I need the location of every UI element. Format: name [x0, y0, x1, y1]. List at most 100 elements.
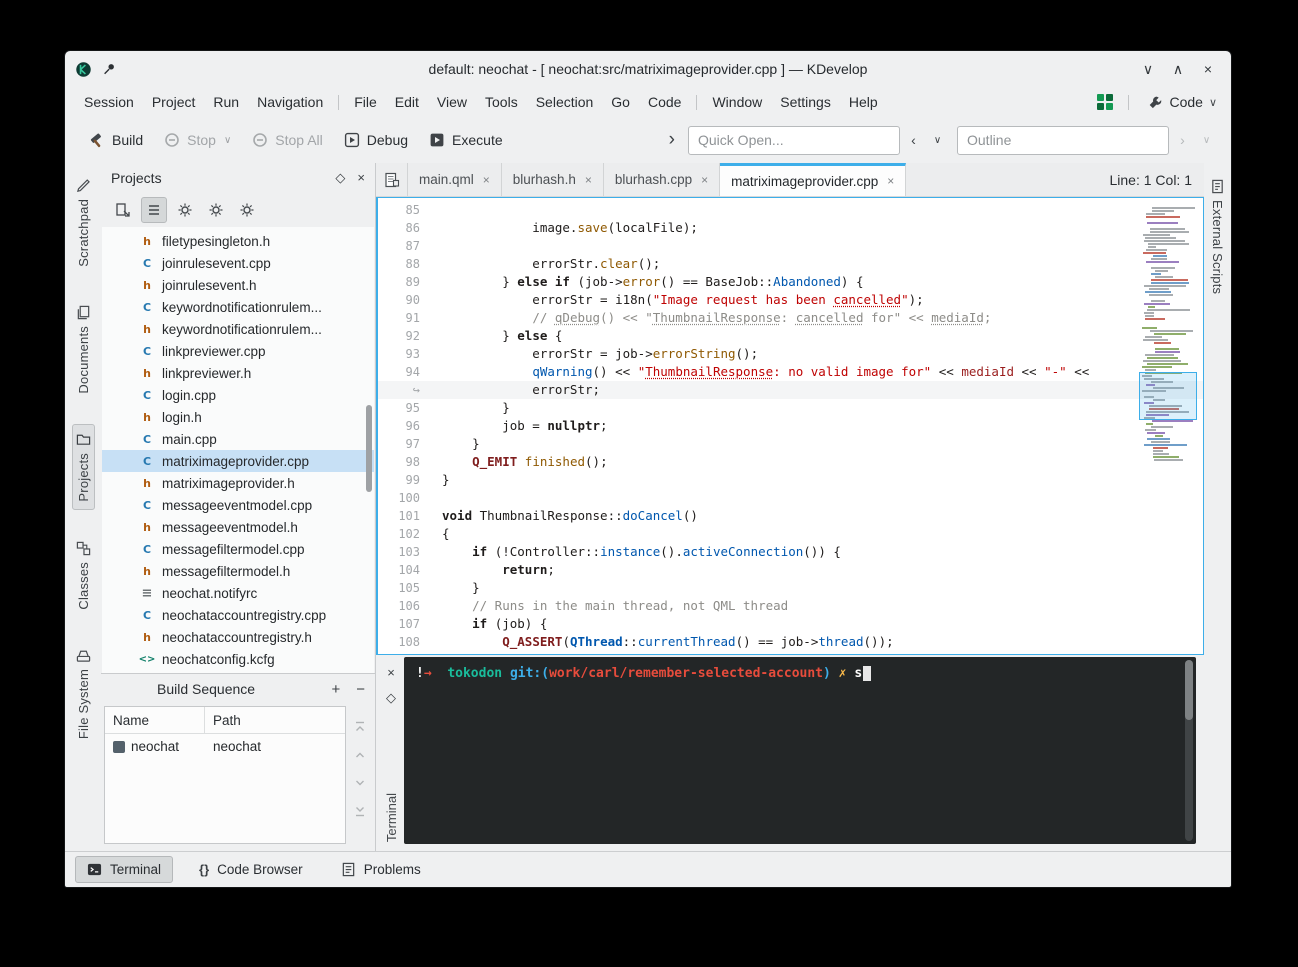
menu-help[interactable]: Help: [840, 91, 887, 113]
menu-navigation[interactable]: Navigation: [248, 91, 332, 113]
code-line[interactable]: 100: [378, 489, 1203, 507]
code-line[interactable]: 96 job = nullptr;: [378, 417, 1203, 435]
tab-close-icon[interactable]: ×: [483, 173, 490, 187]
code-line[interactable]: 85: [378, 201, 1203, 219]
code-line[interactable]: 90 errorStr = i18n("Image request has be…: [378, 291, 1203, 309]
window-close-button[interactable]: ×: [1195, 57, 1221, 81]
code-line[interactable]: 109 job->abandon();: [378, 651, 1203, 655]
tree-item[interactable]: Cmessagefiltermodel.cpp: [102, 538, 374, 560]
build-selection-icon[interactable]: [172, 197, 198, 223]
terminal-float-icon[interactable]: ◇: [386, 690, 396, 706]
code-line[interactable]: 97 }: [378, 435, 1203, 453]
window-maximize-button[interactable]: ∧: [1165, 57, 1191, 81]
debug-button[interactable]: Debug: [335, 126, 417, 154]
sidebar-tab-file-system[interactable]: File System: [73, 641, 94, 746]
window-minimize-button[interactable]: ∨: [1135, 57, 1161, 81]
remove-target-button[interactable]: −: [356, 681, 365, 698]
pin-icon[interactable]: [102, 62, 116, 76]
menu-view[interactable]: View: [428, 91, 476, 113]
tree-item[interactable]: <>neochatconfig.kcfg: [102, 648, 374, 670]
code-line[interactable]: 108 Q_ASSERT(QThread::currentThread() ==…: [378, 633, 1203, 651]
editor-tab-blurhash-cpp[interactable]: blurhash.cpp×: [604, 163, 720, 196]
code-line[interactable]: 102{: [378, 525, 1203, 543]
tree-item[interactable]: hfiletypesingleton.h: [102, 230, 374, 252]
terminal[interactable]: !→ tokodon git:(work/carl/remember-selec…: [404, 657, 1196, 844]
move-bottom-button[interactable]: [353, 804, 367, 818]
build-sequence-row[interactable]: neochatneochat: [105, 734, 345, 759]
titlebar[interactable]: default: neochat - [ neochat:src/matrixi…: [65, 51, 1231, 87]
tab-close-icon[interactable]: ×: [701, 173, 708, 187]
terminal-scrollbar-thumb[interactable]: [1185, 660, 1193, 720]
locate-current-document-icon[interactable]: [110, 197, 136, 223]
tree-item[interactable]: hmessageeventmodel.h: [102, 516, 374, 538]
code-line[interactable]: 86 image.save(localFile);: [378, 219, 1203, 237]
clean-selection-icon[interactable]: [234, 197, 260, 223]
quickopen-prev-button[interactable]: ‹: [903, 128, 924, 153]
editor-tab-main-qml[interactable]: main.qml×: [408, 163, 502, 196]
tree-item[interactable]: Clinkpreviewer.cpp: [102, 340, 374, 362]
code-editor[interactable]: 8586 image.save(localFile);8788 errorStr…: [376, 197, 1204, 655]
tree-item[interactable]: hmatriximageprovider.h: [102, 472, 374, 494]
tree-item[interactable]: Cmatriximageprovider.cpp: [102, 450, 374, 472]
toolbar-overflow-icon[interactable]: ›: [659, 129, 685, 151]
tab-close-icon[interactable]: ×: [887, 174, 894, 188]
install-selection-icon[interactable]: [203, 197, 229, 223]
menu-window[interactable]: Window: [703, 91, 771, 113]
menu-tools[interactable]: Tools: [476, 91, 527, 113]
minimap-scrollbar[interactable]: [1141, 204, 1195, 462]
tree-item[interactable]: hneochataccountregistry.h: [102, 626, 374, 648]
menu-project[interactable]: Project: [143, 91, 205, 113]
area-selector[interactable]: Code ∨: [1144, 92, 1221, 112]
code-line[interactable]: 98 Q_EMIT finished();: [378, 453, 1203, 471]
tree-item[interactable]: hlogin.h: [102, 406, 374, 428]
code-line[interactable]: 106 // Runs in the main thread, not QML …: [378, 597, 1203, 615]
tree-item[interactable]: Cmessageeventmodel.cpp: [102, 494, 374, 516]
menu-edit[interactable]: Edit: [386, 91, 428, 113]
move-top-button[interactable]: [353, 720, 367, 734]
code-line[interactable]: 93 errorStr = job->errorString();: [378, 345, 1203, 363]
code-line[interactable]: 87: [378, 237, 1203, 255]
minimap-viewport[interactable]: [1139, 372, 1197, 420]
code-line[interactable]: 88 errorStr.clear();: [378, 255, 1203, 273]
float-panel-icon[interactable]: ◇: [335, 170, 345, 186]
area-switcher-icon[interactable]: [1097, 94, 1113, 110]
tree-item[interactable]: ≡neochat.notifyrc: [102, 582, 374, 604]
document-switcher-icon[interactable]: [376, 163, 408, 196]
close-panel-icon[interactable]: ×: [357, 170, 365, 186]
menu-settings[interactable]: Settings: [771, 91, 840, 113]
terminal-close-icon[interactable]: ×: [387, 665, 395, 680]
outline-dropdown-button[interactable]: ∨: [1196, 128, 1217, 153]
show-targets-icon[interactable]: [141, 197, 167, 223]
move-down-button[interactable]: [353, 776, 367, 790]
quick-open-input[interactable]: [688, 126, 900, 155]
menu-go[interactable]: Go: [602, 91, 639, 113]
tab-close-icon[interactable]: ×: [585, 173, 592, 187]
build-button[interactable]: Build: [79, 126, 152, 155]
statusbar-tab-code-browser[interactable]: {}Code Browser: [187, 856, 315, 883]
sidebar-tab-classes[interactable]: Classes: [73, 534, 94, 617]
sidebar-tab-scratchpad[interactable]: Scratchpad: [73, 171, 94, 274]
editor-tab-blurhash-h[interactable]: blurhash.h×: [502, 163, 604, 196]
execute-button[interactable]: Execute: [420, 126, 512, 154]
code-line[interactable]: 95 }: [378, 399, 1203, 417]
code-line[interactable]: 91 // qDebug() << "ThumbnailResponse: ca…: [378, 309, 1203, 327]
tree-item[interactable]: Ckeywordnotificationrulem...: [102, 296, 374, 318]
code-line[interactable]: 89 } else if (job->error() == BaseJob::A…: [378, 273, 1203, 291]
sidebar-tab-documents[interactable]: Documents: [73, 298, 94, 401]
code-line[interactable]: 94 qWarning() << "ThumbnailResponse: no …: [378, 363, 1203, 381]
code-line[interactable]: 107 if (job) {: [378, 615, 1203, 633]
add-target-button[interactable]: +: [331, 681, 340, 698]
sidebar-tab-projects[interactable]: Projects: [72, 424, 95, 510]
code-line[interactable]: 92 } else {: [378, 327, 1203, 345]
outline-next-button[interactable]: ›: [1172, 128, 1193, 153]
tree-item[interactable]: Cjoinrulesevent.cpp: [102, 252, 374, 274]
tree-item[interactable]: Cneochataccountregistry.cpp: [102, 604, 374, 626]
quickopen-dropdown-button[interactable]: ∨: [927, 128, 948, 153]
column-header-name[interactable]: Name: [105, 707, 205, 733]
outline-input[interactable]: [957, 126, 1169, 155]
code-line[interactable]: 104 return;: [378, 561, 1203, 579]
menu-code[interactable]: Code: [639, 91, 690, 113]
code-line[interactable]: 99}: [378, 471, 1203, 489]
menu-selection[interactable]: Selection: [527, 91, 603, 113]
tree-item[interactable]: Cmain.cpp: [102, 428, 374, 450]
